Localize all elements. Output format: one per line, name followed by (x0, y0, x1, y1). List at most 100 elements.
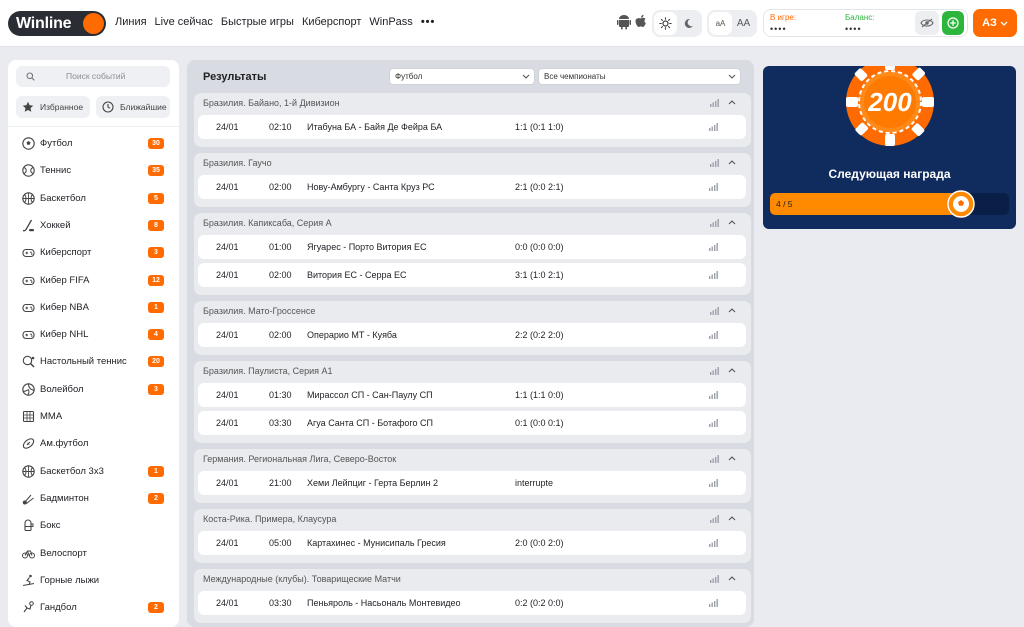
league-title[interactable]: Международные (клубы). Товарищеские Матч… (203, 574, 401, 584)
league-stats-button[interactable] (710, 515, 719, 523)
league-title[interactable]: Бразилия. Мато-Гроссенсе (203, 306, 315, 316)
rewards-promo-card[interactable]: 200 Следующая награда 4 / 5 (763, 66, 1016, 229)
sun-icon[interactable] (654, 12, 677, 35)
sidebar-item-sport[interactable]: Бокс (8, 512, 179, 539)
match-stats-button[interactable] (709, 331, 718, 339)
sidebar-item-sport[interactable]: Гандбол 2 (8, 594, 179, 621)
match-stats-button[interactable] (709, 123, 718, 131)
nearest-button[interactable]: Ближайшие (96, 96, 170, 118)
chevron-up-icon[interactable] (728, 456, 736, 461)
match-row[interactable]: 24/01 01:00 Ягуарес - Порто Витория ЕС 0:0 … (198, 235, 746, 259)
moon-icon[interactable] (677, 12, 700, 35)
winline-logo[interactable]: Winline (8, 11, 106, 36)
sport-count-badge: 5 (148, 192, 164, 204)
match-row[interactable]: 24/01 21:00 Хеми Лейпциг - Герта Берлин 2 i… (198, 471, 746, 495)
next-reward-label: Следующая награда (828, 167, 951, 181)
sidebar-item-label: Теннис (40, 165, 72, 177)
sidebar-item-sport[interactable]: Настольный теннис 20 (8, 348, 179, 375)
match-stats-button[interactable] (709, 183, 718, 191)
league-title[interactable]: Коста-Рика. Примера, Клаусура (203, 514, 336, 524)
chevron-up-icon[interactable] (728, 576, 736, 581)
sidebar-item-sport[interactable]: Баскетбол 3x3 1 (8, 458, 179, 485)
sidebar-item-sport[interactable]: Ам.футбол (8, 430, 179, 457)
sidebar-item-label: Настольный теннис (40, 356, 127, 368)
chevron-up-icon[interactable] (728, 308, 736, 313)
sidebar-item-sport[interactable]: Кибер FIFA 12 (8, 267, 179, 294)
font-large-button[interactable]: АА (732, 12, 755, 35)
sidebar-item-sport[interactable]: Киберспорт 3 (8, 239, 179, 266)
chevron-down-icon (522, 74, 530, 79)
account-menu-button[interactable]: АЗ (973, 9, 1017, 37)
event-search-input[interactable]: Поиск событий (16, 66, 170, 87)
sport-filter-select[interactable]: Футбол (389, 68, 535, 85)
sidebar-item-sport[interactable]: Баскетбол 5 (8, 185, 179, 212)
league-title[interactable]: Бразилия. Байано, 1-й Дивизион (203, 98, 340, 108)
sport-count-badge: 30 (148, 138, 164, 149)
sidebar-item-sport[interactable]: Горные лыжи (8, 567, 179, 594)
match-stats-button[interactable] (709, 599, 718, 607)
match-row[interactable]: 24/01 02:00 Витория ЕС - Серра ЕС 3:1 (1:0 … (198, 263, 746, 287)
american-football-icon (22, 438, 35, 450)
match-row[interactable]: 24/01 02:00 Нову-Амбургу - Санта Круз РС 2:… (198, 175, 746, 199)
league-stats-button[interactable] (710, 575, 719, 583)
nav-esports[interactable]: Киберспорт (302, 16, 361, 28)
chevron-up-icon[interactable] (728, 220, 736, 225)
chevron-up-icon[interactable] (728, 368, 736, 373)
android-icon[interactable] (617, 14, 633, 31)
match-row[interactable]: 24/01 03:30 Пеньяроль - Насьональ Монтевид… (198, 591, 746, 615)
apple-icon[interactable] (634, 14, 650, 31)
nav-winpass[interactable]: WinPass (369, 16, 412, 28)
sidebar-item-sport[interactable]: Теннис 35 (8, 157, 179, 184)
nav-more-icon[interactable]: ••• (421, 16, 436, 28)
match-time: 02:00 (269, 182, 292, 192)
volleyball-icon (22, 382, 35, 396)
sidebar-item-sport[interactable]: Хоккей 8 (8, 212, 179, 239)
sidebar-item-sport[interactable]: MMA (8, 403, 179, 430)
league-filter-select[interactable]: Все чемпионаты (538, 68, 741, 85)
deposit-plus-button[interactable] (942, 11, 964, 35)
league-stats-button[interactable] (710, 455, 719, 463)
font-small-button[interactable]: аА (709, 12, 732, 35)
match-stats-button[interactable] (709, 391, 718, 399)
sidebar-item-sport[interactable]: Футбол 30 (8, 130, 179, 157)
league-stats-button[interactable] (710, 99, 719, 107)
match-teams: Нову-Амбургу - Санта Круз РС (307, 182, 435, 192)
match-score: 0:2 (0:2 0:0) (515, 598, 564, 608)
chevron-up-icon[interactable] (728, 160, 736, 165)
league-title[interactable]: Германия. Региональная Лига, Северо-Вост… (203, 454, 396, 464)
hide-balance-eye-icon[interactable] (915, 11, 939, 35)
sidebar-item-sport[interactable]: Бадминтон 2 (8, 485, 179, 512)
sidebar-item-sport[interactable]: Кибер NBA 1 (8, 294, 179, 321)
sidebar-item-sport[interactable]: Велоспорт (8, 540, 179, 567)
stats-icon (710, 307, 719, 315)
stats-icon (709, 183, 718, 191)
match-stats-button[interactable] (709, 479, 718, 487)
league-title[interactable]: Бразилия. Капиксаба, Серия А (203, 218, 332, 228)
league-stats-button[interactable] (710, 367, 719, 375)
nav-live[interactable]: Live сейчас (155, 16, 213, 28)
nav-line[interactable]: Линия (115, 16, 147, 28)
league-title[interactable]: Бразилия. Паулиста, Серия А1 (203, 366, 333, 376)
league-stats-button[interactable] (710, 219, 719, 227)
nav-quick-games[interactable]: Быстрые игры (221, 16, 294, 28)
league-stats-button[interactable] (710, 307, 719, 315)
match-stats-button[interactable] (709, 271, 718, 279)
match-teams: Операрио МТ - Куяба (307, 330, 397, 340)
match-row[interactable]: 24/01 03:30 Агуа Санта СП - Ботафого СП 0:1… (198, 411, 746, 435)
match-stats-button[interactable] (709, 539, 718, 547)
match-stats-button[interactable] (709, 243, 718, 251)
in-game-label: В игре: (770, 13, 797, 22)
match-row[interactable]: 24/01 05:00 Картахинес - Мунисипаль Гресия… (198, 531, 746, 555)
match-stats-button[interactable] (709, 419, 718, 427)
sidebar-item-sport[interactable]: Кибер NHL 4 (8, 321, 179, 348)
chevron-up-icon[interactable] (728, 100, 736, 105)
match-row[interactable]: 24/01 02:10 Итабуна БА - Байя Де Фейра БА 1… (198, 115, 746, 139)
sidebar-item-sport[interactable]: Волейбол 3 (8, 376, 179, 403)
league-title[interactable]: Бразилия. Гаучо (203, 158, 272, 168)
league-stats-button[interactable] (710, 159, 719, 167)
reward-progress-bar: 4 / 5 (770, 190, 1009, 218)
match-row[interactable]: 24/01 02:00 Операрио МТ - Куяба 2:2 (0:2 2:… (198, 323, 746, 347)
chevron-up-icon[interactable] (728, 516, 736, 521)
favorites-button[interactable]: Избранное (16, 96, 90, 118)
match-row[interactable]: 24/01 01:30 Мирассол СП - Сан-Паулу СП 1:1 … (198, 383, 746, 407)
